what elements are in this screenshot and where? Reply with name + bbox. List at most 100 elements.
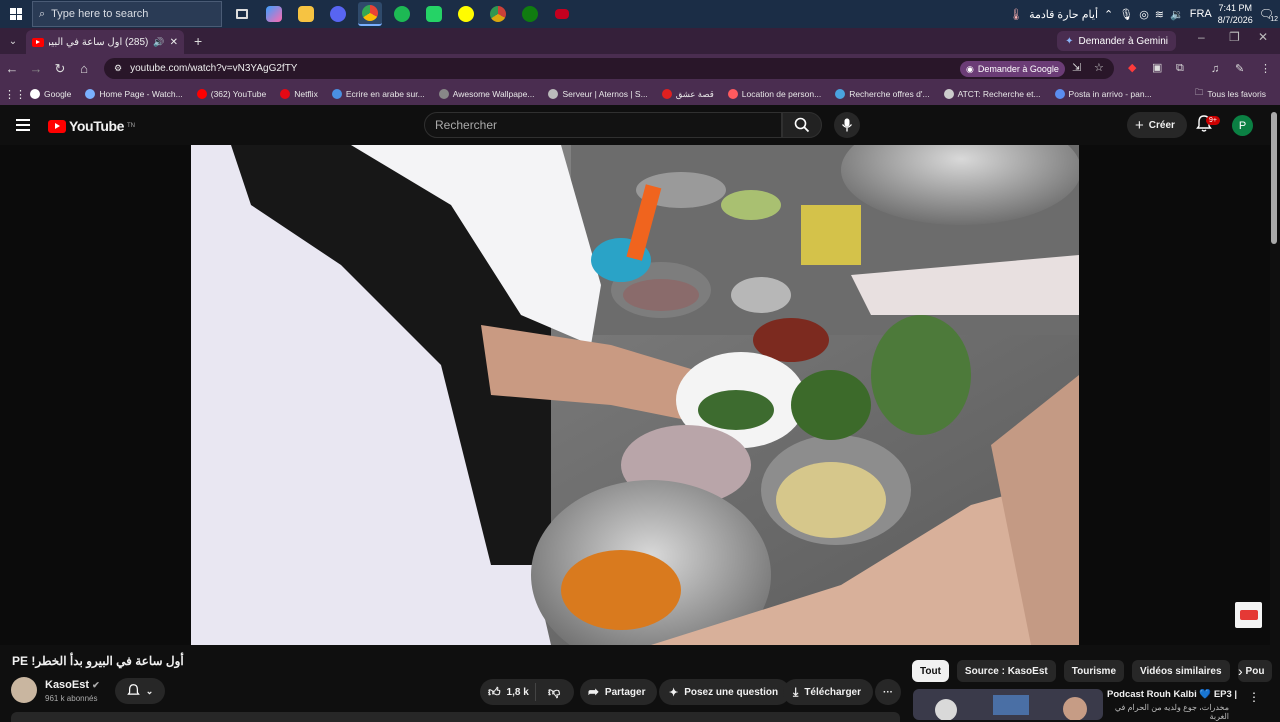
channel-name[interactable]: KasoEst ✔ bbox=[45, 679, 100, 691]
home-icon[interactable]: ⌂ bbox=[72, 61, 96, 76]
bookmark-label: Awesome Wallpape... bbox=[452, 89, 535, 99]
bookmark-star-icon[interactable]: ☆ bbox=[1094, 61, 1104, 74]
extension-printer-icon[interactable]: ▣ bbox=[1152, 61, 1162, 74]
bookmark-item[interactable]: Netflix bbox=[280, 89, 318, 100]
ask-question-label: Posez une question bbox=[684, 686, 779, 698]
description-box[interactable] bbox=[11, 712, 900, 722]
voice-search-button[interactable] bbox=[834, 112, 860, 138]
bookmark-item[interactable]: ATCT: Recherche et... bbox=[943, 89, 1041, 100]
taskbar-app-discord[interactable] bbox=[326, 2, 350, 26]
youtube-search-button[interactable] bbox=[782, 112, 822, 138]
ask-question-button[interactable]: ✦ Posez une question bbox=[659, 679, 791, 705]
taskbar-app-chrome-profile[interactable] bbox=[486, 2, 510, 26]
channel-watermark[interactable] bbox=[1235, 602, 1262, 628]
taskbar-app-xbox[interactable] bbox=[518, 2, 542, 26]
camera-icon[interactable]: ◎ bbox=[1139, 8, 1149, 21]
profile-icon[interactable]: ✎ bbox=[1235, 62, 1244, 75]
bookmark-item[interactable]: Location de person... bbox=[727, 89, 821, 100]
recommended-more-icon[interactable]: ⋮ bbox=[1248, 690, 1260, 704]
reload-icon[interactable]: ↻ bbox=[48, 61, 72, 77]
thumbs-up-icon: 👍︎ bbox=[488, 684, 501, 699]
apps-grid-icon[interactable]: ⋮⋮ bbox=[0, 88, 30, 101]
bookmark-item[interactable]: قصة عشق bbox=[661, 89, 714, 100]
media-icon[interactable]: ♫ bbox=[1211, 63, 1219, 75]
ask-google-button[interactable]: ◉ Demander à Google bbox=[960, 61, 1065, 77]
subscriber-count: 961 k abonnés bbox=[45, 694, 98, 703]
youtube-logo[interactable]: YouTube TN bbox=[48, 118, 135, 134]
taskbar-search-box[interactable]: ⌕ Type here to search bbox=[32, 1, 222, 27]
chips-next-icon[interactable]: › bbox=[1238, 663, 1243, 679]
youtube-header: YouTube TN Rechercher + Créer bbox=[0, 105, 1280, 145]
share-label: Partager bbox=[604, 686, 646, 698]
all-bookmarks-label: Tous les favoris bbox=[1207, 89, 1266, 99]
extension-red-icon[interactable]: ◆ bbox=[1128, 61, 1136, 74]
page-scrollbar[interactable] bbox=[1271, 112, 1277, 244]
tab-close-icon[interactable]: ✕ bbox=[170, 37, 178, 48]
taskbar-app-file-explorer[interactable] bbox=[294, 2, 318, 26]
dislike-button[interactable]: 👎︎ bbox=[536, 685, 560, 700]
account-avatar[interactable]: P bbox=[1232, 115, 1253, 136]
bookmark-item[interactable]: Ecrire en arabe sur... bbox=[331, 89, 425, 100]
notification-center-icon[interactable]: 🗨 12 bbox=[1259, 7, 1278, 23]
more-actions-button[interactable]: ··· bbox=[875, 679, 901, 705]
back-icon[interactable]: ← bbox=[0, 61, 24, 76]
site-info-icon[interactable]: ⚙ bbox=[114, 63, 122, 74]
youtube-search-input[interactable]: Rechercher bbox=[424, 112, 782, 138]
bookmark-item[interactable]: Serveur | Aternos | S... bbox=[548, 89, 648, 100]
taskbar-app-spotify[interactable] bbox=[390, 2, 414, 26]
taskbar-app-extra[interactable] bbox=[550, 2, 574, 26]
app-icon bbox=[555, 9, 569, 19]
task-view-button[interactable] bbox=[230, 2, 254, 26]
thumbnail-person-left bbox=[935, 699, 957, 720]
share-button[interactable]: ➦ Partager bbox=[580, 679, 658, 705]
subscribe-notify-button[interactable]: ⌄ bbox=[115, 678, 165, 704]
bookmark-item[interactable]: Awesome Wallpape... bbox=[438, 89, 535, 100]
bookmark-item[interactable]: Google bbox=[30, 89, 71, 100]
restore-icon[interactable]: ❐ bbox=[1229, 30, 1240, 44]
window-close-icon[interactable]: ✕ bbox=[1258, 30, 1268, 44]
bookmark-favicon-icon bbox=[280, 89, 291, 99]
bookmark-item[interactable]: (362) YouTube bbox=[196, 89, 266, 100]
taskbar-app-whatsapp[interactable] bbox=[422, 2, 446, 26]
extensions-icon[interactable]: ⧉ bbox=[1176, 62, 1184, 75]
chevron-up-icon[interactable]: ⌃ bbox=[1104, 8, 1113, 21]
bookmark-item[interactable]: Recherche offres d'... bbox=[835, 89, 930, 100]
create-button[interactable]: + Créer bbox=[1127, 112, 1187, 138]
hamburger-menu-icon[interactable] bbox=[16, 119, 30, 134]
taskbar-app-chrome[interactable] bbox=[358, 2, 382, 26]
channel-name-text: KasoEst bbox=[45, 679, 90, 691]
clock[interactable]: 7:41 PM 8/7/2026 bbox=[1218, 2, 1253, 26]
tab-search-icon[interactable]: ⌄ bbox=[0, 36, 26, 47]
chip-0[interactable]: Tout bbox=[912, 660, 949, 682]
bookmark-favicon-icon bbox=[30, 89, 40, 99]
recommended-video-title[interactable]: Podcast Rouh Kalbi 💙 EP3 | bbox=[1107, 689, 1237, 700]
microphone-icon[interactable]: 🎙 bbox=[1119, 8, 1133, 21]
speaker-icon[interactable]: 🔊 bbox=[153, 37, 164, 48]
install-icon[interactable]: ⇲ bbox=[1072, 61, 1081, 74]
download-button[interactable]: ⤓ Télécharger bbox=[783, 679, 874, 705]
like-button[interactable]: 👍︎ 1,8 k bbox=[480, 683, 536, 701]
chip-1[interactable]: Source : KasoEst bbox=[956, 660, 1056, 682]
volume-icon[interactable]: 🔉 bbox=[1170, 8, 1184, 21]
taskbar-app-snapchat[interactable] bbox=[454, 2, 478, 26]
recommended-video-thumbnail[interactable] bbox=[913, 689, 1103, 720]
chip-2[interactable]: Tourisme bbox=[1063, 660, 1125, 682]
chip-3[interactable]: Vidéos similaires bbox=[1132, 660, 1230, 682]
all-bookmarks-folder[interactable]: 🗀 Tous les favoris bbox=[1195, 87, 1266, 101]
weather-text[interactable]: أيام حارة قادمة bbox=[1029, 8, 1098, 21]
bookmark-item[interactable]: Posta in arrivo - pan... bbox=[1054, 89, 1152, 100]
language-indicator[interactable]: FRA bbox=[1190, 8, 1212, 20]
network-icon[interactable]: ≋ bbox=[1155, 8, 1164, 21]
new-tab-icon[interactable]: + bbox=[194, 33, 202, 49]
minimize-icon[interactable]: – bbox=[1198, 30, 1205, 44]
gemini-button[interactable]: ✦ Demander à Gemini bbox=[1057, 31, 1176, 51]
tab-youtube[interactable]: (285) أول ساعة في البيرو بدأ 🔊 ✕ bbox=[26, 30, 184, 54]
video-player[interactable] bbox=[191, 145, 1079, 645]
channel-avatar[interactable] bbox=[11, 677, 37, 703]
bookmark-item[interactable]: Home Page - Watch... bbox=[85, 89, 183, 100]
menu-dots-icon[interactable]: ⋮ bbox=[1260, 62, 1271, 75]
start-button[interactable] bbox=[0, 0, 32, 28]
bookmark-favicon-icon bbox=[727, 89, 738, 99]
forward-icon[interactable]: → bbox=[24, 61, 48, 76]
taskbar-app-copilot[interactable] bbox=[262, 2, 286, 26]
